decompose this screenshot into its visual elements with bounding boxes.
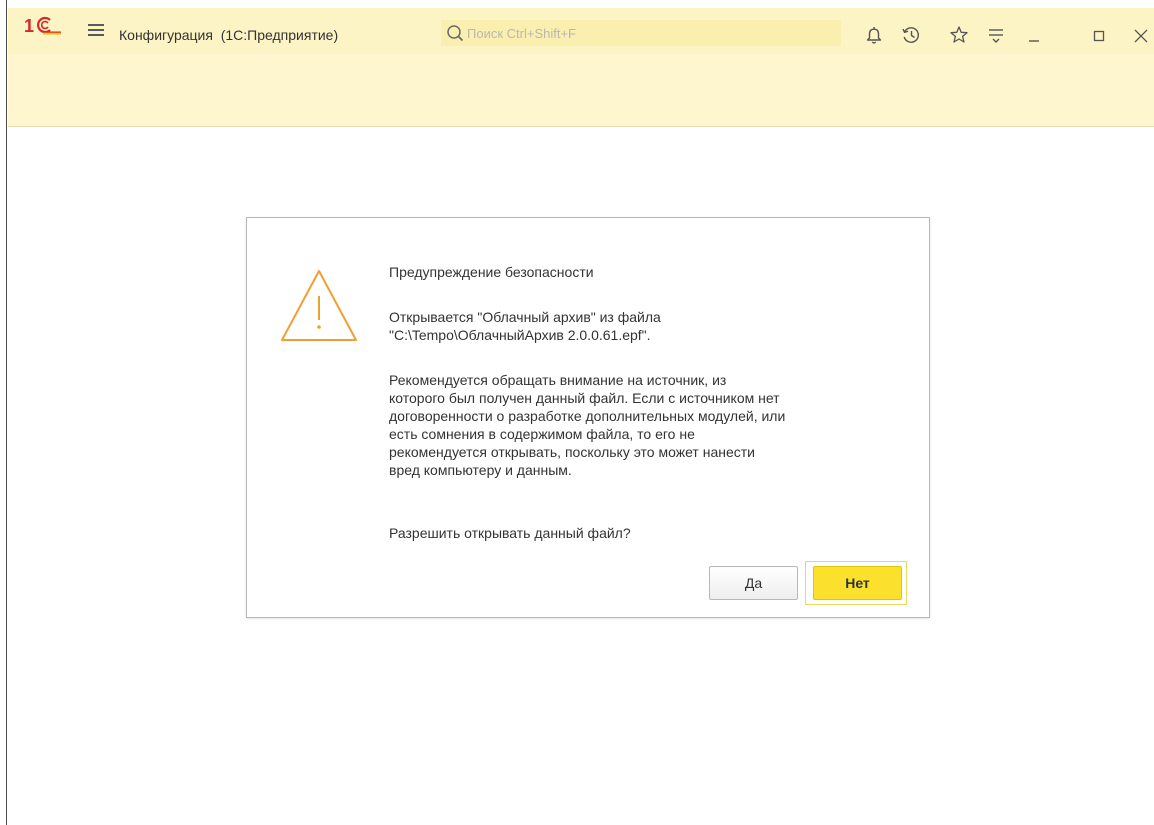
1c-logo-icon[interactable]: 1	[24, 15, 62, 37]
dialog-question: Разрешить открывать данный файл?	[389, 525, 631, 541]
hamburger-menu-icon[interactable]	[88, 22, 104, 36]
dialog-title: Предупреждение безопасности	[389, 264, 594, 280]
window-left-edge	[0, 0, 7, 825]
no-button[interactable]: Нет	[813, 566, 902, 600]
search-icon	[447, 25, 464, 42]
yes-button[interactable]: Да	[709, 566, 798, 600]
svg-text:1: 1	[24, 16, 34, 36]
toolbar-strip	[8, 54, 1154, 127]
search-box[interactable]	[441, 20, 841, 46]
security-warning-dialog: Предупреждение безопасности Открывается …	[246, 217, 930, 618]
dialog-message-recommendation: Рекомендуется обращать внимание на источ…	[389, 372, 786, 478]
notifications-bell-icon[interactable]	[863, 24, 885, 46]
history-clock-icon[interactable]	[900, 24, 922, 46]
dialog-message-file: Открывается "Облачный архив" из файла "C…	[389, 309, 661, 343]
maximize-icon[interactable]	[1088, 24, 1110, 46]
app-title: Конфигурация (1С:Предприятие)	[119, 27, 339, 43]
search-input[interactable]	[467, 23, 827, 43]
warning-triangle-icon	[281, 270, 357, 341]
minimize-icon[interactable]	[1023, 24, 1045, 46]
app-window: 1 Конфигурация (1С:Предприятие) Поиск Ct…	[0, 0, 1154, 825]
close-icon[interactable]	[1130, 24, 1152, 46]
favorites-star-icon[interactable]	[948, 24, 970, 46]
settings-menu-icon[interactable]	[985, 24, 1007, 46]
